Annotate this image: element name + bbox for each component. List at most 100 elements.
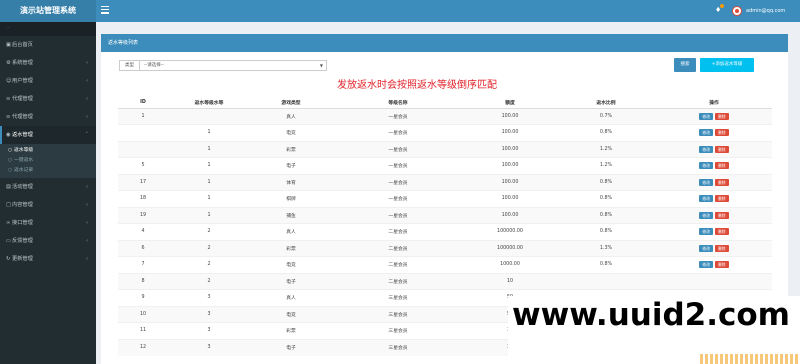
sidebar-item-label: 用户管理	[12, 78, 33, 84]
edit-button[interactable]: 修改	[699, 261, 713, 269]
delete-button[interactable]: 删除	[715, 211, 729, 219]
delete-button[interactable]: 删除	[715, 145, 729, 153]
cell-amount: 100.00	[464, 173, 556, 191]
sidebar-item-label: 系统管理	[12, 60, 33, 66]
cell-level: 3	[168, 289, 250, 306]
cell-actions: 修改 删除	[656, 223, 772, 240]
avatar[interactable]	[732, 6, 742, 16]
panel-title: 返水等级列表	[108, 40, 139, 46]
edit-button[interactable]: 修改	[699, 178, 713, 186]
cell-game-type: 棋牌	[250, 190, 332, 207]
cell-game-type: 真人	[250, 289, 332, 306]
sidebar-item-label: 反馈管理	[12, 238, 33, 244]
edit-button[interactable]: 修改	[699, 145, 713, 153]
table-row: 1 彩票 一星会员 100.00 1.2% 修改 删除	[118, 140, 772, 158]
cell-ratio: 0.8%	[556, 173, 656, 191]
top-navbar: 演示站管理系统 ♦ admin@qq.com	[0, 0, 800, 22]
delete-button[interactable]: 删除	[715, 261, 729, 269]
sidebar-subitem-label: 返水等级	[14, 148, 34, 153]
sidebar-item-7[interactable]: □内容管理 ‹	[0, 196, 96, 214]
cell-id: 1	[118, 107, 168, 125]
cell-id: 17	[118, 173, 168, 191]
cell-ratio: 0.8%	[556, 256, 656, 273]
delete-button[interactable]: 删除	[715, 112, 729, 120]
edit-button[interactable]: 修改	[699, 162, 713, 170]
cell-id: 18	[118, 190, 168, 207]
sidebar-item-6[interactable]: ▤活动管理 ‹	[0, 178, 96, 196]
cell-amount: 100000.00	[464, 239, 556, 257]
sidebar-item-label: 代理管理	[12, 114, 33, 120]
sidebar-item-2[interactable]: ☺用户管理 ‹	[0, 72, 96, 90]
sidebar-subitem-2[interactable]: ○ 返水记录	[0, 166, 96, 176]
cell-level-name: 二星会员	[332, 239, 464, 257]
cell-level-name: 一星会员	[332, 190, 464, 207]
delete-button[interactable]: 删除	[715, 129, 729, 137]
chevron-left-icon: ‹	[86, 202, 88, 208]
edit-button[interactable]: 修改	[699, 195, 713, 203]
sidebar-item-9[interactable]: ▭反馈管理 ‹	[0, 232, 96, 250]
cell-level: 1	[168, 190, 250, 207]
sidebar-item-8[interactable]: ∞ 接口管理 ‹	[0, 214, 96, 232]
delete-button[interactable]: 删除	[715, 195, 729, 203]
edit-button[interactable]: 修改	[699, 129, 713, 137]
sidebar-item-5[interactable]: ◉返水管理 ˅	[0, 126, 96, 144]
user-name[interactable]: admin@qq.com	[746, 0, 785, 22]
table-header-row: ID 返水等级水等 游戏类型 等级名称 额度 返水比例 操作	[118, 97, 772, 109]
sidebar-item-10[interactable]: ↻ 更新管理 ‹	[0, 250, 96, 268]
cell-id	[118, 124, 168, 141]
sidebar-item-0[interactable]: ▣后台首页	[0, 36, 96, 54]
col-header-amount[interactable]: 额度	[464, 97, 556, 109]
cell-level: 2	[168, 272, 250, 290]
cell-level: 2	[168, 239, 250, 257]
notification-dot	[720, 4, 724, 8]
cell-actions: 修改 删除	[656, 140, 772, 158]
col-header-game-type[interactable]: 游戏类型	[250, 97, 332, 109]
delete-button[interactable]: 删除	[715, 228, 729, 236]
col-header-ratio[interactable]: 返水比例	[556, 97, 656, 109]
chevron-left-icon: ‹	[86, 60, 88, 66]
sidebar-toggle-icon[interactable]	[101, 6, 109, 15]
cell-game-type: 电子	[250, 157, 332, 174]
sidebar-item-label: 返水管理	[12, 132, 33, 138]
edit-button[interactable]: 修改	[699, 244, 713, 252]
col-header-id[interactable]: ID	[118, 97, 168, 109]
cell-game-type: 彩票	[250, 140, 332, 158]
cell-amount: 100.00	[464, 140, 556, 158]
delete-button[interactable]: 删除	[715, 178, 729, 186]
app-logo-title[interactable]: 演示站管理系统	[0, 0, 96, 22]
sidebar-item-1[interactable]: ⚙系统管理 ‹	[0, 54, 96, 72]
cell-ratio: 0.8%	[556, 190, 656, 207]
edit-button[interactable]: 修改	[699, 228, 713, 236]
col-header-level[interactable]: 返水等级水等	[168, 97, 250, 109]
cell-actions: 修改 删除	[656, 107, 772, 125]
cell-game-type: 电竞	[250, 305, 332, 323]
cell-level-name: 一星会员	[332, 206, 464, 224]
edit-button[interactable]: 修改	[699, 211, 713, 219]
table-row: 17 1 体育 一星会员 100.00 0.8% 修改 删除	[118, 173, 772, 191]
notification-bell-icon[interactable]: ♦	[715, 4, 724, 14]
cell-level-name: 三星会员	[332, 338, 464, 356]
sidebar-item-3[interactable]: ≡ 代理管理 ‹	[0, 90, 96, 108]
table-row: 1 真人 一星会员 100.00 0.7% 修改 删除	[118, 107, 772, 125]
cell-actions: 修改 删除	[656, 173, 772, 191]
cell-level-name: 一星会员	[332, 140, 464, 158]
sidebar-subitem-1[interactable]: ○ 一键返水	[0, 156, 96, 166]
edit-button[interactable]: 修改	[699, 112, 713, 120]
cell-level-name: 一星会员	[332, 107, 464, 125]
sidebar: ··· ▣后台首页 ⚙系统管理 ‹ ☺用户管理 ‹ ≡ 代理管理 ‹ ≡ 代理管理 ‹ ◉返水管理 ˅ ○…	[0, 22, 96, 364]
cell-level	[168, 107, 250, 125]
delete-button[interactable]: 删除	[715, 162, 729, 170]
add-rebate-level-button[interactable]: +添加返水等级	[700, 58, 754, 72]
sidebar-item-4[interactable]: ≡ 代理管理 ‹	[0, 108, 96, 126]
cell-ratio: 1.2%	[556, 157, 656, 174]
search-button[interactable]: 搜索	[674, 58, 696, 72]
cell-level: 1	[168, 157, 250, 174]
col-header-actions: 操作	[656, 97, 772, 109]
sidebar-subitem-0[interactable]: ○ 返水等级	[0, 146, 96, 156]
delete-button[interactable]: 删除	[715, 244, 729, 252]
cell-level: 1	[168, 124, 250, 141]
filter-type-value: --请选择--	[144, 63, 164, 68]
filter-type-select[interactable]: --请选择-- ▼	[139, 60, 327, 71]
col-header-level-name[interactable]: 等级名称	[332, 97, 464, 109]
table-row: 8 2 电子 二星会员 10	[118, 272, 772, 290]
